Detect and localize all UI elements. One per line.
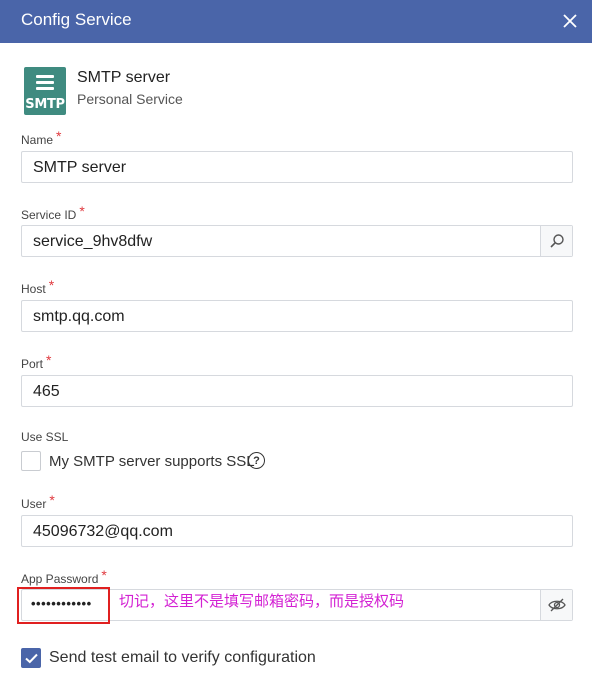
password-highlight-box: [17, 587, 110, 624]
smtp-logo-text: SMTP: [25, 97, 65, 112]
host-label: Host *: [21, 277, 55, 296]
name-value: SMTP server: [33, 159, 127, 176]
app-password-label: App Password *: [21, 567, 107, 586]
name-field[interactable]: SMTP server: [21, 151, 573, 183]
required-marker: *: [56, 128, 62, 144]
service-subtitle: Personal Service: [77, 91, 183, 107]
host-field[interactable]: smtp.qq.com: [21, 300, 573, 332]
ssl-checkbox[interactable]: [21, 451, 41, 471]
ssl-checkbox-label[interactable]: My SMTP server supports SSL: [49, 453, 255, 470]
host-value: smtp.qq.com: [33, 308, 125, 325]
required-marker: *: [46, 352, 52, 368]
close-icon[interactable]: [558, 9, 582, 33]
send-test-checkbox[interactable]: [21, 648, 41, 668]
use-ssl-label: Use SSL: [21, 430, 69, 444]
service-id-value: service_9hv8dfw: [33, 233, 153, 250]
port-value: 465: [33, 383, 60, 400]
send-test-label[interactable]: Send test email to verify configuration: [49, 649, 316, 667]
required-marker: *: [49, 492, 55, 508]
user-value: 45096732@qq.com: [33, 523, 173, 540]
user-label: User *: [21, 492, 55, 511]
service-name: SMTP server: [77, 69, 171, 86]
required-marker: *: [101, 567, 107, 583]
port-field[interactable]: 465: [21, 375, 573, 407]
user-field[interactable]: 45096732@qq.com: [21, 515, 573, 547]
help-icon[interactable]: ?: [248, 452, 265, 469]
service-id-field[interactable]: service_9hv8dfw: [21, 225, 573, 257]
name-label: Name *: [21, 128, 62, 147]
port-label: Port *: [21, 352, 52, 371]
eye-slash-icon[interactable]: [540, 590, 572, 620]
dialog-header: Config Service: [0, 0, 592, 43]
password-annotation: 切记，这里不是填写邮箱密码，而是授权码: [119, 592, 405, 610]
service-id-label: Service ID *: [21, 203, 85, 222]
dialog-title: Config Service: [21, 10, 132, 29]
search-icon[interactable]: [540, 226, 572, 256]
required-marker: *: [79, 203, 85, 219]
smtp-logo: SMTP: [24, 67, 66, 115]
required-marker: *: [48, 277, 55, 293]
